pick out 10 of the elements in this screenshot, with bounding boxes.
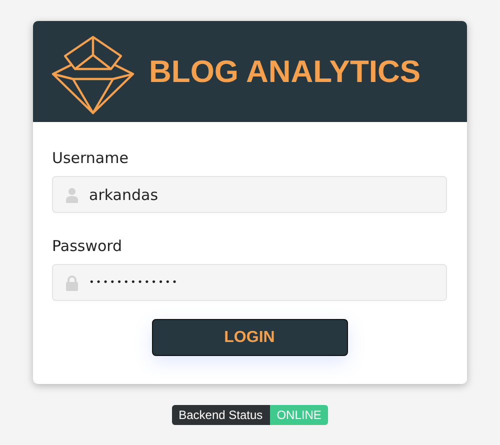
password-field[interactable]: ••••••••••••• bbox=[52, 264, 447, 301]
field-label: Password bbox=[52, 237, 124, 255]
user-icon bbox=[65, 186, 79, 202]
status-label: Backend Status bbox=[172, 405, 270, 425]
login-button[interactable]: LOGIN bbox=[152, 319, 348, 356]
status-badge: ONLINE bbox=[270, 405, 328, 425]
app-title: BLOG ANALYTICS bbox=[149, 54, 421, 90]
field-label: Username bbox=[52, 149, 130, 167]
lock-icon bbox=[65, 274, 79, 290]
username-field[interactable]: arkandas bbox=[52, 176, 447, 213]
